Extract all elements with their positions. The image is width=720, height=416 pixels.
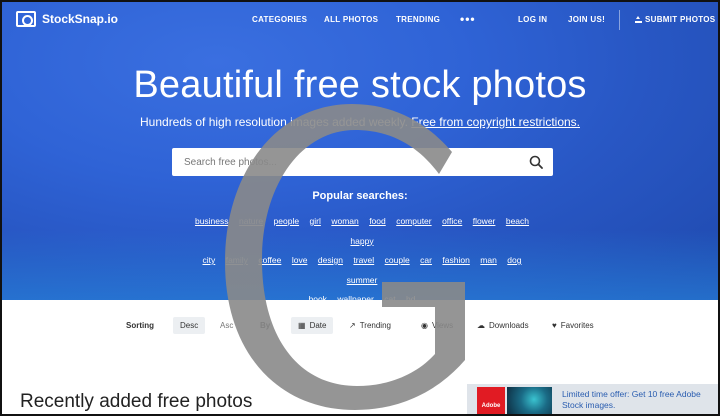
tag-link[interactable]: office [442, 212, 462, 231]
camera-icon [16, 11, 36, 27]
tag-link[interactable]: people [274, 212, 300, 231]
tag-link[interactable]: woman [331, 212, 358, 231]
tag-link[interactable]: book [309, 290, 327, 309]
date-label: Date [309, 321, 327, 330]
sort-desc-button[interactable]: Desc [173, 317, 206, 334]
tag-link[interactable]: man [480, 251, 497, 270]
tag-link[interactable]: design [318, 251, 343, 270]
tag-link[interactable]: nature [239, 212, 263, 231]
nav-categories[interactable]: CATEGORIES [252, 15, 307, 24]
calendar-icon: ▦ [298, 321, 306, 330]
copyright-link[interactable]: Free from copyright restrictions. [411, 115, 580, 129]
sorting-label: Sorting [126, 321, 154, 330]
search-bar [172, 148, 553, 176]
nav-all-photos[interactable]: ALL PHOTOS [324, 15, 378, 24]
sort-by-trending-button[interactable]: ↗ Trending [342, 317, 398, 334]
logo-text: StockSnap.io [42, 12, 119, 26]
section-title: Recently added free photos [20, 391, 253, 412]
tag-link[interactable]: travel [353, 251, 374, 270]
tag-link[interactable]: food [369, 212, 386, 231]
sort-by-downloads-button[interactable]: ☁ Downloads [470, 317, 536, 334]
adobe-logo: Adobe [477, 387, 505, 414]
tag-link[interactable]: fashion [442, 251, 469, 270]
search-icon[interactable] [529, 155, 543, 169]
popular-searches-title: Popular searches: [312, 190, 408, 202]
hero-subtitle: Hundreds of high resolution images added… [2, 115, 718, 129]
top-nav: StockSnap.io CATEGORIES ALL PHOTOS TREND… [2, 2, 718, 38]
sort-bar: Sorting Desc Asc By ▦ Date ↗ Trending ◉ Vie… [2, 314, 718, 336]
cloud-download-icon: ☁ [477, 321, 485, 330]
nav-join[interactable]: JOIN US! [568, 15, 605, 24]
nav-login[interactable]: LOG IN [518, 15, 547, 24]
tag-link[interactable]: flower [473, 212, 496, 231]
sort-asc-button[interactable]: Asc [213, 317, 240, 334]
tag-link[interactable]: cat [384, 290, 395, 309]
popular-tags: business nature people girl woman food c… [182, 211, 542, 309]
tag-link[interactable]: wallpaper [337, 290, 373, 309]
sort-by-date-button[interactable]: ▦ Date [291, 317, 334, 334]
ad-image [507, 387, 552, 414]
upload-icon [635, 16, 642, 23]
nav-divider [619, 10, 620, 30]
adobe-ad-banner[interactable]: Adobe Limited time offer: Get 10 free Ad… [467, 384, 718, 414]
downloads-label: Downloads [489, 321, 529, 330]
tag-link[interactable]: dog [507, 251, 521, 270]
search-input[interactable] [172, 148, 512, 176]
heart-icon: ♥ [552, 321, 557, 330]
submit-photos-label: SUBMIT PHOTOS [645, 15, 716, 24]
trending-icon: ↗ [349, 321, 356, 330]
hero-title: Beautiful free stock photos [133, 64, 587, 106]
logo[interactable]: StockSnap.io [16, 11, 118, 27]
trending-label: Trending [359, 321, 391, 330]
nav-trending[interactable]: TRENDING [396, 15, 440, 24]
more-menu-icon[interactable]: ••• [460, 12, 476, 26]
tag-link[interactable]: hd [406, 290, 415, 309]
tag-link[interactable]: coffee [258, 251, 281, 270]
sort-by-favorites-button[interactable]: ♥ Favorites [545, 317, 601, 334]
tag-link[interactable]: couple [385, 251, 410, 270]
tag-link[interactable]: family [226, 251, 248, 270]
tag-link[interactable]: computer [396, 212, 431, 231]
tag-link[interactable]: car [420, 251, 432, 270]
by-label: By [260, 321, 271, 330]
views-label: Views [431, 321, 454, 330]
tag-link[interactable]: summer [347, 271, 378, 290]
page-frame: StockSnap.io CATEGORIES ALL PHOTOS TREND… [0, 0, 720, 416]
tag-link[interactable]: happy [350, 232, 373, 251]
sort-by-views-button[interactable]: ◉ Views [414, 317, 460, 334]
tag-link[interactable]: girl [310, 212, 321, 231]
tag-link[interactable]: love [292, 251, 308, 270]
subtitle-text: Hundreds of high resolution images added… [140, 115, 408, 129]
submit-photos-button[interactable]: SUBMIT PHOTOS [635, 15, 715, 24]
ad-text[interactable]: Limited time offer: Get 10 free Adobe St… [562, 389, 712, 411]
favorites-label: Favorites [560, 321, 594, 330]
tag-link[interactable]: beach [506, 212, 529, 231]
eye-icon: ◉ [421, 321, 428, 330]
tag-link[interactable]: city [203, 251, 216, 270]
tag-link[interactable]: business [195, 212, 229, 231]
